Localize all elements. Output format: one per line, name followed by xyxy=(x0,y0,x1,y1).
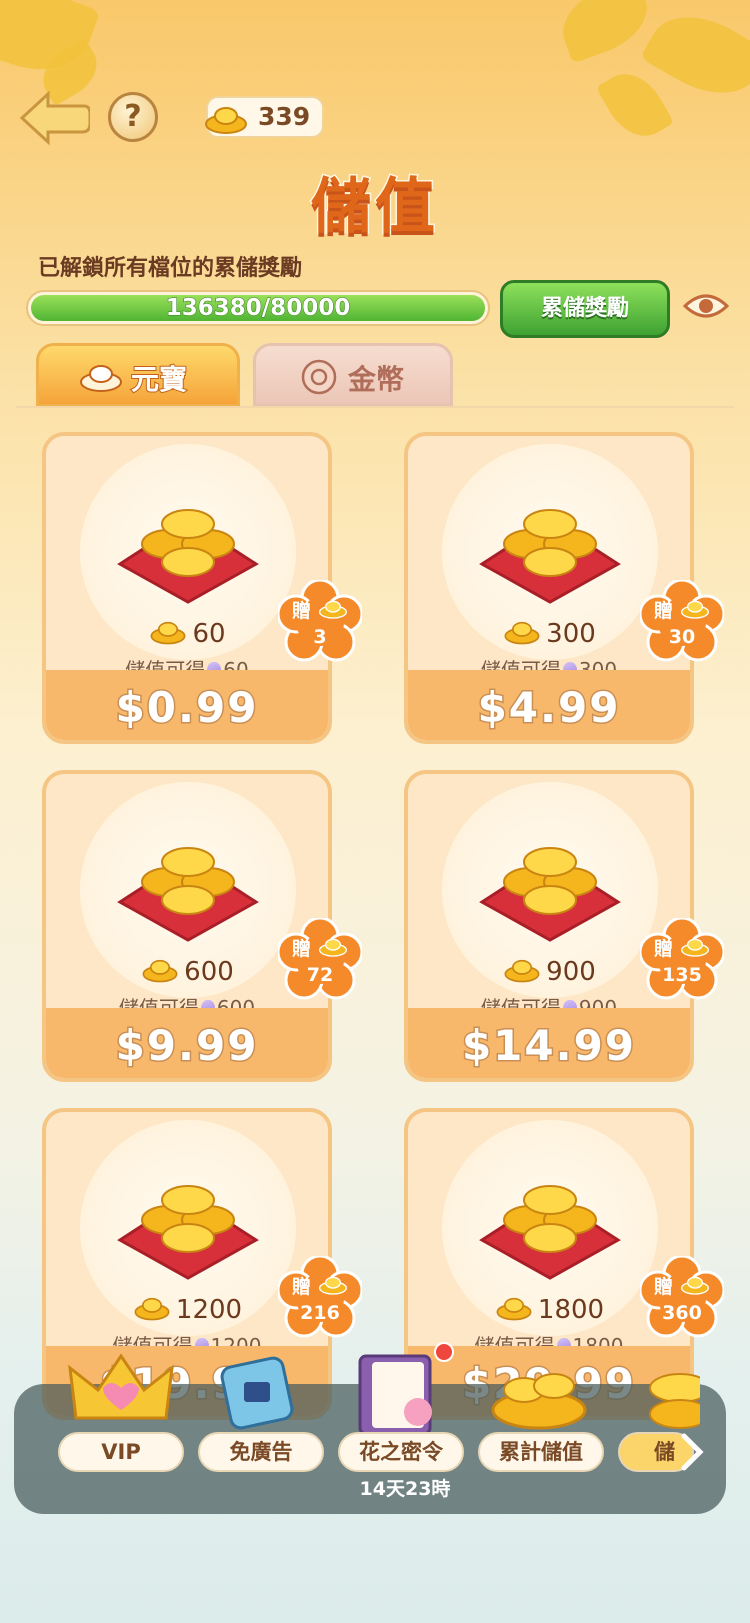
gold-ingot-icon xyxy=(80,365,122,392)
ingot-pile-icon xyxy=(649,1373,700,1429)
page-title: 儲值 xyxy=(310,171,439,244)
bonus-value: 72 xyxy=(306,964,334,986)
gold-ingot-icon xyxy=(142,959,178,983)
gold-ingot-icon xyxy=(681,1276,709,1295)
help-button[interactable]: ? xyxy=(108,92,158,142)
bonus-label: 贈 xyxy=(654,1276,674,1298)
scroll-right-button[interactable] xyxy=(680,1432,704,1472)
gold-ingot-icon xyxy=(150,621,186,645)
gold-ingot-pack-icon xyxy=(479,847,621,942)
price-label: $14.99 xyxy=(460,1020,637,1072)
gold-ingot-icon xyxy=(681,938,709,957)
tab-coin[interactable]: 金幣 xyxy=(253,343,453,407)
gold-ingot-icon xyxy=(319,938,347,957)
gold-ingot-icon xyxy=(134,1297,170,1321)
balance-amount: 339 xyxy=(258,102,311,131)
flower-badge-icon xyxy=(278,580,362,662)
gold-ingot-pack-icon xyxy=(479,509,621,604)
price-label: $0.99 xyxy=(114,682,259,734)
gold-ingot-icon xyxy=(504,959,540,983)
nav-vip[interactable]: VIP xyxy=(58,1432,184,1472)
gold-ingot-icon xyxy=(496,1297,532,1321)
flower-badge-icon xyxy=(278,1256,362,1338)
gold-ingot-pack-icon xyxy=(117,1185,259,1280)
unlock-message: 已解鎖所有檔位的累儲獎勵 xyxy=(38,256,303,281)
notification-dot xyxy=(434,1342,454,1362)
arrow-left-icon xyxy=(19,90,92,146)
bonus-value: 135 xyxy=(662,964,702,986)
tab-ingot[interactable]: 元寶 xyxy=(36,343,240,407)
gold-ingot-icon xyxy=(319,600,347,619)
tab-label: 金幣 xyxy=(348,363,405,396)
bonus-label: 贈 xyxy=(292,938,312,960)
price-label: $9.99 xyxy=(114,1020,259,1072)
bonus-label: 贈 xyxy=(292,600,312,622)
flower-badge-icon xyxy=(640,918,724,1000)
nav-cumulative-topup[interactable]: 累計儲值 xyxy=(478,1432,604,1472)
bonus-badge: 贈 135 xyxy=(640,918,724,1002)
ingot-amount-value: 600 xyxy=(184,957,234,987)
tab-divider xyxy=(16,406,734,408)
bonus-value: 216 xyxy=(300,1302,340,1324)
bonus-badge: 贈 216 xyxy=(278,1256,362,1340)
bonus-label: 贈 xyxy=(654,938,674,960)
vip-crown-icon xyxy=(68,1353,174,1420)
bonus-label: 贈 xyxy=(654,600,674,622)
flower-badge-icon xyxy=(640,580,724,662)
gold-ingot-icon xyxy=(205,107,247,134)
bonus-badge: 贈 30 xyxy=(640,580,724,664)
bonus-badge: 贈 3 xyxy=(278,580,362,664)
ingot-amount-value: 1800 xyxy=(537,1295,605,1325)
coin-icon xyxy=(301,359,337,395)
gold-ingot-icon xyxy=(681,600,709,619)
ingot-amount-value: 1200 xyxy=(175,1295,243,1325)
cumulative-progress-bar: 136380/80000 xyxy=(26,290,490,326)
nav-flower-secret[interactable]: 花之密令 xyxy=(338,1432,464,1472)
bonus-value: 3 xyxy=(313,626,327,648)
back-button[interactable] xyxy=(18,88,92,148)
bonus-value: 30 xyxy=(668,626,696,648)
top-bar: ? 339 xyxy=(0,0,750,160)
flower-secret-timer: 14天23時 xyxy=(359,1478,451,1500)
ingot-amount-value: 300 xyxy=(546,619,596,649)
flower-secret-book-icon xyxy=(358,1354,432,1436)
eye-icon xyxy=(682,294,730,318)
bonus-value: 360 xyxy=(662,1302,702,1324)
gold-ingot-pack-icon xyxy=(117,509,259,604)
tab-label: 元寶 xyxy=(130,362,188,397)
ingot-balance: 339 xyxy=(205,96,324,138)
gold-ingot-pack-icon xyxy=(117,847,259,942)
price-label: $4.99 xyxy=(476,682,621,734)
cumulative-reward-button[interactable]: 累儲獎勵 xyxy=(500,280,670,338)
flower-badge-icon xyxy=(278,918,362,1000)
preview-button[interactable] xyxy=(682,288,730,324)
nav-no-ads[interactable]: 免廣告 xyxy=(198,1432,324,1472)
flower-badge-icon xyxy=(640,1256,724,1338)
bonus-label: 贈 xyxy=(292,1276,312,1298)
gold-ingot-pack-icon xyxy=(479,1185,621,1280)
gold-ingot-icon xyxy=(504,621,540,645)
ingot-amount-value: 60 xyxy=(192,619,226,649)
no-ads-icon xyxy=(220,1356,294,1430)
gold-ingot-icon xyxy=(319,1276,347,1295)
progress-label: 136380/80000 xyxy=(165,295,351,322)
bonus-badge: 贈 72 xyxy=(278,918,362,1002)
ingot-amount-value: 900 xyxy=(546,957,596,987)
cumulative-ingots-icon xyxy=(491,1373,587,1430)
bonus-badge: 贈 360 xyxy=(640,1256,724,1340)
chevron-right-icon xyxy=(681,1433,704,1471)
